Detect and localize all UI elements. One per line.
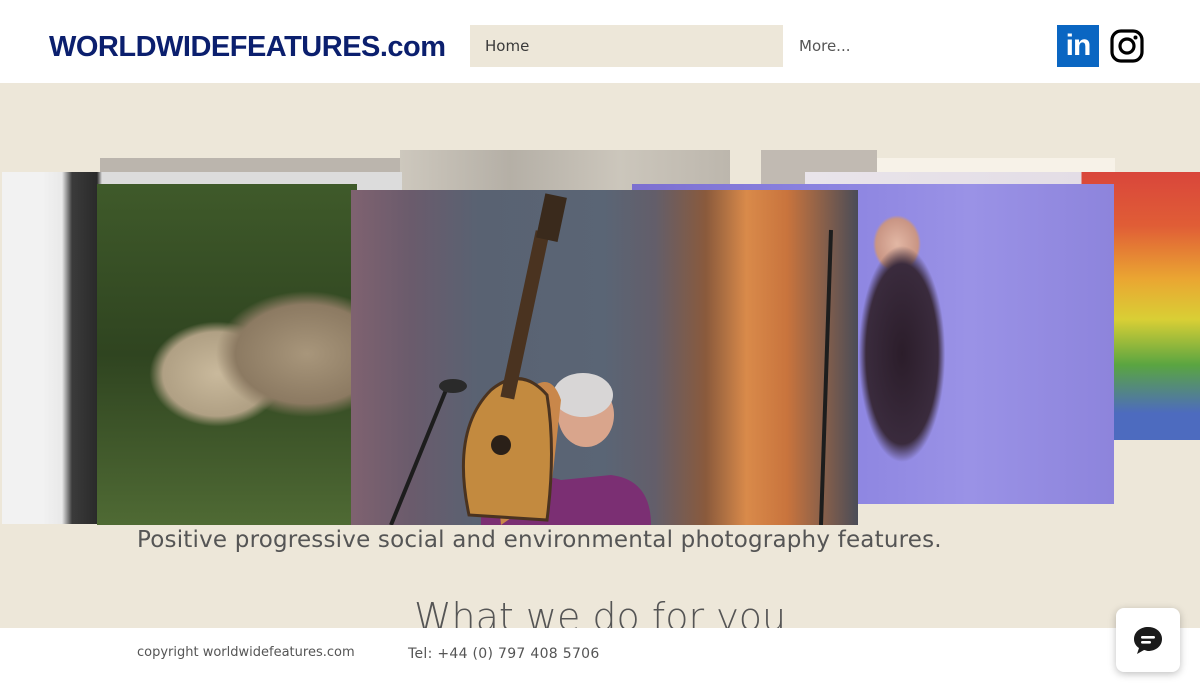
main-nav: Home More... [470, 25, 851, 67]
copyright-text: copyright worldwidefeatures.com [137, 645, 355, 660]
site-footer: copyright worldwidefeatures.com Tel: +44… [0, 628, 1200, 693]
instagram-icon[interactable] [1106, 25, 1148, 67]
site-logo[interactable]: WORLDWIDEFEATURES.com [49, 31, 446, 64]
phone-number[interactable]: Tel: +44 (0) 797 408 5706 [408, 646, 600, 662]
nav-item-home[interactable]: Home [470, 25, 783, 67]
tagline: Positive progressive social and environm… [137, 527, 942, 553]
lioness-photo [97, 184, 357, 525]
linkedin-icon[interactable]: in [1057, 25, 1099, 67]
chat-widget-button[interactable] [1116, 608, 1180, 672]
site-header: WORLDWIDEFEATURES.com Home More... in [0, 0, 1200, 83]
guitar-performer-photo [351, 190, 858, 525]
nav-item-more[interactable]: More... [783, 25, 851, 67]
chat-bubble-icon [1134, 627, 1162, 654]
photo-gallery[interactable] [0, 150, 1200, 530]
